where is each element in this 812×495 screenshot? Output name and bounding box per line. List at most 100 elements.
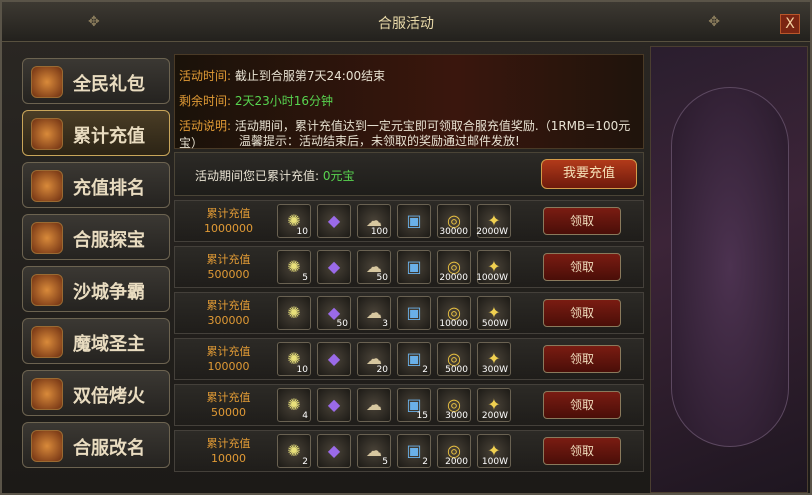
item-count: 100 <box>370 227 388 237</box>
row-amount: 1000000 <box>204 222 253 235</box>
row-threshold: 累计充值 10000 <box>181 436 276 466</box>
item-slot[interactable]: ✦ 1000W <box>476 250 511 284</box>
item-count: 50 <box>376 273 388 283</box>
item-slot[interactable]: ◎ 2000 <box>437 434 471 468</box>
item-count: 500W <box>481 319 508 329</box>
tab-rename[interactable]: 合服改名 <box>22 422 170 468</box>
item-slot[interactable]: ◎ 20000 <box>437 250 471 284</box>
item-slot[interactable]: ☁ 20 <box>357 342 391 376</box>
treasure-icon <box>31 222 63 254</box>
item-slot[interactable]: ✦ 500W <box>477 296 511 330</box>
item-slot[interactable]: ✦ 300W <box>477 342 511 376</box>
item-slot[interactable]: ◆ <box>317 250 351 284</box>
tab-label: 全民礼包 <box>73 74 145 95</box>
reward-row: 累计充值 1000000 ✺ 10 ◆ ☁ 100 ▣ ◎ 30000 ✦ 2000W 领取 <box>174 200 644 242</box>
item-slot[interactable]: ✦ 2000W <box>476 204 511 238</box>
item-count: 100W <box>481 457 508 467</box>
item-slot[interactable]: ◎ 30000 <box>437 204 471 238</box>
item-slot[interactable]: ✺ 5 <box>277 250 311 284</box>
item-slot[interactable]: ◎ 5000 <box>437 342 471 376</box>
fire-icon <box>31 378 63 410</box>
reward-row: 累计充值 50000 ✺ 4 ◆ ☁ ▣ 15 ◎ 3000 ✦ 200W 领取 <box>174 384 644 426</box>
item-slot[interactable]: ◎ 3000 <box>437 388 471 422</box>
ornament-icon: ✥ <box>708 14 720 30</box>
tab-double-bonfire[interactable]: 双倍烤火 <box>22 370 170 416</box>
item-slot[interactable]: ☁ 3 <box>357 296 391 330</box>
item-slot[interactable]: ☁ 100 <box>357 204 391 238</box>
item-slot[interactable]: ▣ 2 <box>397 434 431 468</box>
row-label: 累计充值 <box>206 345 251 358</box>
remaining-time-value: 2天23小时16分钟 <box>234 94 334 108</box>
row-amount: 100000 <box>207 360 250 373</box>
tab-recharge-ranking[interactable]: 充值排名 <box>22 162 170 208</box>
item-count: 15 <box>416 411 428 421</box>
item-icon: ◆ <box>327 441 341 460</box>
event-time-key: 活动时间: <box>179 69 232 83</box>
event-info-panel: 活动时间: 截止到合服第7天24:00结束 剩余时间: 2天23小时16分钟 活… <box>174 54 644 150</box>
item-slot[interactable]: ☁ 50 <box>357 250 391 284</box>
item-count: 2 <box>422 365 428 375</box>
item-count: 3000 <box>445 411 468 421</box>
event-description-key: 活动说明: <box>179 119 232 133</box>
item-count: 300W <box>481 365 508 375</box>
close-button[interactable]: X <box>780 14 800 34</box>
recharge-button[interactable]: 我要充值 <box>541 159 637 189</box>
claim-button[interactable]: 领取 <box>543 437 621 465</box>
item-slot[interactable]: ▣ <box>397 204 431 238</box>
remaining-time-line: 剩余时间: 2天23小时16分钟 <box>179 92 333 109</box>
summary-line: 活动期间您已累计充值: 0元宝 <box>195 167 355 184</box>
tab-castle-war[interactable]: 沙城争霸 <box>22 266 170 312</box>
item-count: 2000W <box>476 227 508 237</box>
item-icon: ◆ <box>327 395 341 414</box>
item-icon: ▣ <box>406 211 422 230</box>
tab-label: 累计充值 <box>73 126 145 147</box>
item-slot[interactable]: ◎ 10000 <box>437 296 471 330</box>
claim-button[interactable]: 领取 <box>543 345 621 373</box>
item-slot[interactable]: ✺ 10 <box>277 204 311 238</box>
item-slot[interactable]: ▣ 2 <box>397 342 431 376</box>
item-slot[interactable]: ▣ <box>397 296 431 330</box>
decorative-emblem <box>671 87 789 447</box>
row-label: 累计充值 <box>206 299 251 312</box>
tab-label: 充值排名 <box>73 178 145 199</box>
item-slot[interactable]: ✺ <box>277 296 311 330</box>
banner-icon <box>31 170 63 202</box>
row-threshold: 累计充值 1000000 <box>181 206 276 236</box>
tab-treasure-hunt[interactable]: 合服探宝 <box>22 214 170 260</box>
item-slot[interactable]: ✺ 10 <box>277 342 311 376</box>
item-slot[interactable]: ◆ <box>317 388 351 422</box>
item-count: 5 <box>382 457 388 467</box>
tab-label: 魔域圣主 <box>73 334 145 355</box>
sidebar: 全民礼包 累计充值 充值排名 合服探宝 沙城争霸 魔域圣主 双倍烤火 合服改名 <box>22 58 170 474</box>
item-slot[interactable]: ◆ <box>317 204 351 238</box>
item-slot[interactable]: ◆ <box>317 434 351 468</box>
item-slot[interactable]: ▣ 15 <box>397 388 431 422</box>
claim-button[interactable]: 领取 <box>543 253 621 281</box>
tab-cumulative-recharge[interactable]: 累计充值 <box>22 110 170 156</box>
claim-button[interactable]: 领取 <box>543 391 621 419</box>
row-label: 累计充值 <box>206 391 251 404</box>
item-slot[interactable]: ✦ 200W <box>477 388 511 422</box>
item-slot[interactable]: ▣ <box>397 250 431 284</box>
item-slot[interactable]: ◆ 50 <box>317 296 351 330</box>
item-slot[interactable]: ✺ 2 <box>277 434 311 468</box>
item-slot[interactable]: ✺ 4 <box>277 388 311 422</box>
tab-demon-lord[interactable]: 魔域圣主 <box>22 318 170 364</box>
demon-icon <box>31 326 63 358</box>
tab-label: 合服探宝 <box>73 230 145 251</box>
item-slot[interactable]: ☁ <box>357 388 391 422</box>
claim-button[interactable]: 领取 <box>543 207 621 235</box>
reward-rows: 累计充值 1000000 ✺ 10 ◆ ☁ 100 ▣ ◎ 30000 ✦ 2000W 领取 累计充值 50… <box>174 200 644 476</box>
item-slot[interactable]: ✦ 100W <box>477 434 511 468</box>
item-icon: ▣ <box>406 257 422 276</box>
item-count: 10 <box>296 365 308 375</box>
tab-gift-pack[interactable]: 全民礼包 <box>22 58 170 104</box>
row-amount: 10000 <box>211 452 246 465</box>
item-count: 5 <box>302 273 308 283</box>
item-slot[interactable]: ☁ 5 <box>357 434 391 468</box>
tab-label: 合服改名 <box>73 438 145 459</box>
summary-amount: 0元宝 <box>322 169 355 183</box>
summary-label: 活动期间您已累计充值: <box>195 169 320 183</box>
item-slot[interactable]: ◆ <box>317 342 351 376</box>
claim-button[interactable]: 领取 <box>543 299 621 327</box>
